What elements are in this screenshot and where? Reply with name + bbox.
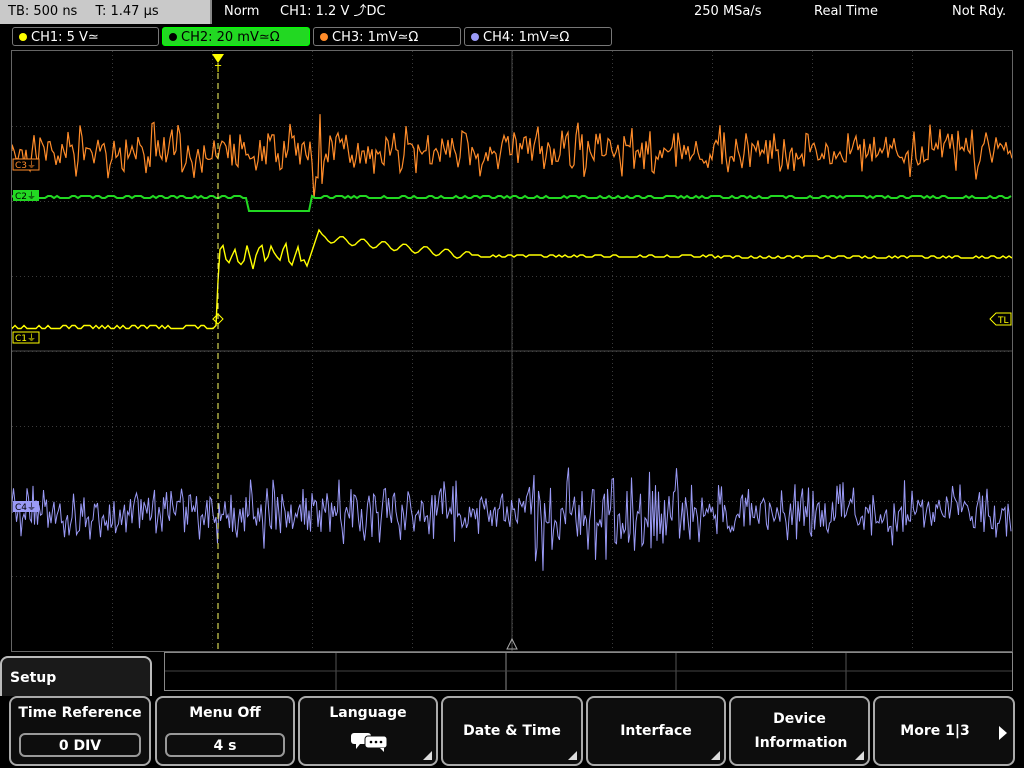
submenu-indicator-icon (568, 751, 577, 760)
timebase-box[interactable]: TB: 500 ns T: 1.47 µs (0, 0, 212, 24)
ch3-marker-label: C3⏚ (15, 160, 36, 171)
ch2-marker-label: C2⏚ (15, 191, 36, 202)
ch3-ground-marker[interactable]: C3⏚ (12, 158, 40, 171)
ch1-ground-marker[interactable]: C1⏚ (12, 331, 40, 344)
time-reference-label: Time Reference (18, 705, 142, 721)
graticule (12, 51, 1012, 651)
menu-off-label: Menu Off (189, 705, 261, 721)
channel-tab-ch4[interactable]: CH4: 1mV≃Ω (464, 27, 612, 46)
trigger-position-marker[interactable]: T (212, 54, 224, 75)
ch3-label: CH3: 1mV≃Ω (332, 30, 419, 45)
trigger-source[interactable]: CH1: 1.2 V ⤴DC (280, 0, 386, 24)
ch4-ground-marker[interactable]: C4⏚ (13, 501, 39, 513)
menu-off-button[interactable]: Menu Off 4 s (155, 696, 295, 766)
time-reference-value[interactable]: 0 DIV (19, 733, 141, 757)
channel-tab-ch2[interactable]: CH2: 20 mV≃Ω (162, 27, 310, 46)
language-button[interactable]: Language (298, 696, 438, 766)
ch4-dot-icon (471, 33, 479, 41)
ch1-dot-icon (19, 33, 27, 41)
ch2-ground-marker[interactable]: C2⏚ (13, 190, 39, 202)
waveform-display[interactable]: T C3⏚ C2⏚ C1⏚ C4⏚ TL (11, 50, 1013, 652)
acquisition-status: Not Rdy. (952, 4, 1007, 19)
channel-tab-ch3[interactable]: CH3: 1mV≃Ω (313, 27, 461, 46)
trigger-level-label: TL (997, 316, 1009, 326)
sample-rate: 250 MSa/s (694, 4, 762, 19)
ch1-marker-label: C1⏚ (15, 333, 36, 344)
waveform-canvas: T C3⏚ C2⏚ C1⏚ C4⏚ TL (11, 51, 1013, 651)
next-page-icon (999, 726, 1007, 740)
trigger-position-label: T (214, 64, 222, 75)
channel-bar: CH1: 5 V≃ CH2: 20 mV≃Ω CH3: 1mV≃Ω CH4: 1… (0, 24, 1024, 50)
acquisition-mode: Real Time (814, 4, 878, 19)
interface-button[interactable]: Interface (586, 696, 726, 766)
language-label: Language (329, 705, 407, 721)
device-information-label: Device Information (754, 711, 848, 751)
trigger-time-value: T: 1.47 µs (95, 4, 159, 19)
time-reference-button[interactable]: Time Reference 0 DIV (9, 696, 151, 766)
device-information-button[interactable]: Device Information (729, 696, 870, 766)
ch2-label: CH2: 20 mV≃Ω (181, 30, 280, 45)
trigger-level-marker[interactable]: TL (989, 312, 1012, 326)
menu-title: Setup (0, 656, 152, 696)
date-time-button[interactable]: Date & Time (441, 696, 583, 766)
channel-tab-ch1[interactable]: CH1: 5 V≃ (12, 27, 159, 46)
timebase-value: TB: 500 ns (8, 4, 78, 19)
interface-label: Interface (620, 723, 692, 739)
trigger-mode[interactable]: Norm (224, 0, 259, 24)
menu-scale-lines (165, 653, 1012, 690)
submenu-indicator-icon (423, 751, 432, 760)
date-time-label: Date & Time (463, 723, 561, 739)
menu-off-value[interactable]: 4 s (165, 733, 285, 757)
status-bar: TB: 500 ns T: 1.47 µs Norm CH1: 1.2 V ⤴D… (0, 0, 1024, 24)
ch4-label: CH4: 1mV≃Ω (483, 30, 570, 45)
more-button[interactable]: More 1|3 (873, 696, 1015, 766)
menu-scale-strip (164, 652, 1013, 691)
ch2-dot-icon (169, 33, 177, 41)
more-label: More 1|3 (900, 723, 970, 739)
submenu-indicator-icon (711, 751, 720, 760)
ch1-label: CH1: 5 V≃ (31, 30, 99, 45)
ch4-marker-label: C4⏚ (15, 502, 36, 513)
speech-bubbles-icon (351, 733, 388, 752)
ch3-dot-icon (320, 33, 328, 41)
submenu-indicator-icon (855, 751, 864, 760)
